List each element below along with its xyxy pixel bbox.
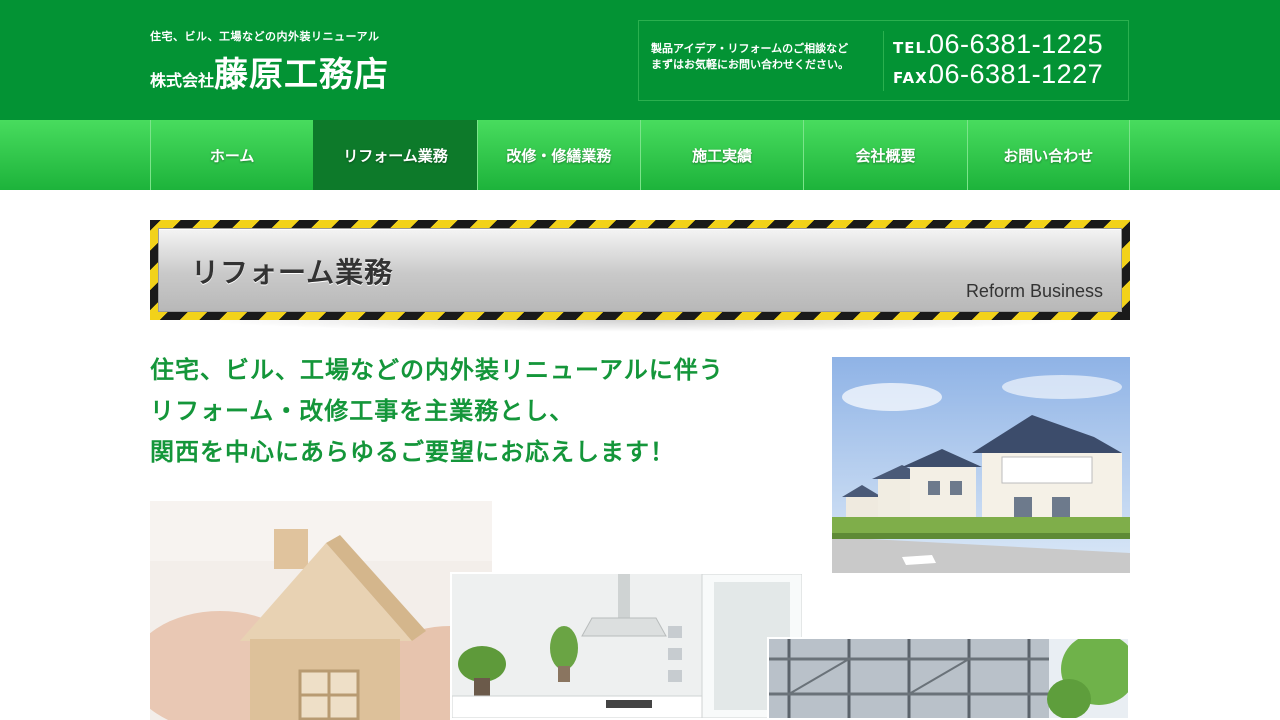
lead-line3: 関西を中心にあらゆるご要望にお応えします！ xyxy=(150,438,675,466)
nav-item-renovation[interactable]: 改修・修繕業務 xyxy=(476,120,640,190)
fax-number: 06-6381-1227 xyxy=(929,59,1104,89)
kitchen-photo xyxy=(450,572,804,720)
contact-note: 製品アイデア・リフォームのご相談など まずはお気軽にお問い合わせください。 xyxy=(651,41,849,73)
page-subtitle: Reform Business xyxy=(965,281,1103,301)
contact-box: 製品アイデア・リフォームのご相談など まずはお気軽にお問い合わせください。 TE… xyxy=(638,20,1129,101)
nav-item-home[interactable]: ホーム xyxy=(150,120,313,190)
nav-items: ホーム リフォーム業務 改修・修繕業務 施工実績 会社概要 お問い合わせ xyxy=(150,120,1130,190)
fax-label: FAX. xyxy=(893,69,935,87)
nav-item-works[interactable]: 施工実績 xyxy=(639,120,803,190)
banner-plate: リフォーム業務 Reform Business xyxy=(158,228,1122,312)
lead-text: 住宅、ビル、工場などの内外装リニューアルに伴う リフォーム・改修工事を主業務とし… xyxy=(150,350,724,473)
company-main-name: 藤原工務店 xyxy=(214,55,390,95)
tel-number[interactable]: 06-6381-1225 xyxy=(929,29,1103,60)
fax-row: FAX. 06-6381-1227 xyxy=(893,59,1103,89)
nav-item-reform[interactable]: リフォーム業務 xyxy=(313,120,477,190)
contact-note-line1: 製品アイデア・リフォームのご相談など xyxy=(651,42,849,55)
nav-item-contact[interactable]: お問い合わせ xyxy=(966,120,1130,190)
contact-divider xyxy=(883,31,884,91)
company-prefix: 株式会社 xyxy=(150,71,215,90)
tel-label: TEL. xyxy=(893,39,933,57)
banner-shadow xyxy=(200,320,1080,332)
contact-numbers: TEL. 06-6381-1225 FAX. 06-6381-1227 xyxy=(893,29,1103,89)
site-logo[interactable]: 住宅、ビル、工場などの内外装リニューアル 株式会社藤原工務店 xyxy=(150,28,389,96)
model-house-photo xyxy=(150,501,492,720)
scaffolding-photo xyxy=(767,637,1130,720)
contact-note-line2: まずはお気軽にお問い合わせください。 xyxy=(651,58,849,71)
page-title-banner: リフォーム業務 Reform Business xyxy=(150,220,1130,320)
nav-item-company[interactable]: 会社概要 xyxy=(803,120,966,190)
page-title: リフォーム業務 xyxy=(191,256,394,289)
houses-photo xyxy=(832,357,1130,573)
tel-row[interactable]: TEL. 06-6381-1225 xyxy=(893,29,1103,59)
lead-line2: リフォーム・改修工事を主業務とし、 xyxy=(150,397,575,425)
lead-line1: 住宅、ビル、工場などの内外装リニューアルに伴う xyxy=(150,356,724,384)
company-name: 株式会社藤原工務店 xyxy=(150,47,389,96)
global-nav: ホーム リフォーム業務 改修・修繕業務 施工実績 会社概要 お問い合わせ xyxy=(0,120,1280,190)
logo-tagline: 住宅、ビル、工場などの内外装リニューアル xyxy=(150,30,380,43)
site-header: 住宅、ビル、工場などの内外装リニューアル 株式会社藤原工務店 製品アイデア・リフ… xyxy=(0,0,1280,120)
